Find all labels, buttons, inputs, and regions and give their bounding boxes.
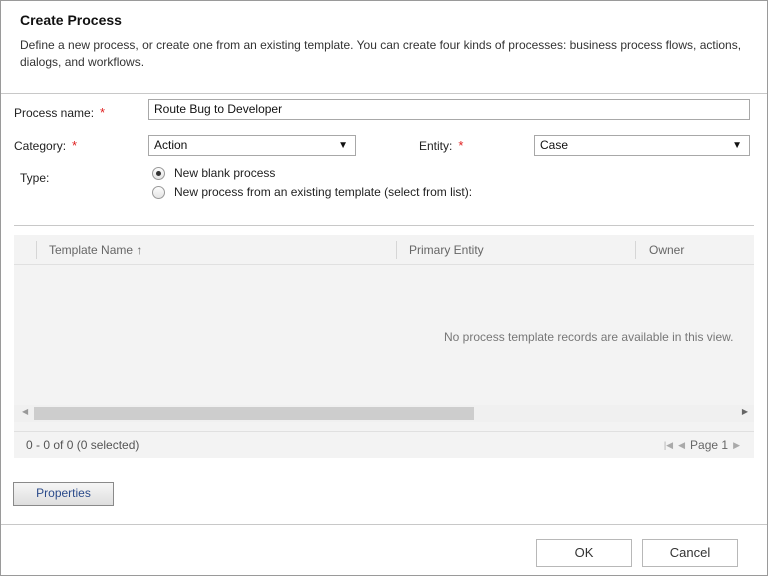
column-divider	[635, 241, 636, 259]
column-template-name[interactable]: Template Name ↑	[49, 235, 142, 265]
category-label-text: Category:	[14, 139, 67, 153]
column-owner[interactable]: Owner	[649, 235, 684, 265]
radio-button[interactable]	[152, 185, 165, 199]
process-name-input[interactable]: Route Bug to Developer	[148, 99, 750, 120]
entity-select-value: Case	[540, 138, 569, 152]
create-process-dialog: Create Process Define a new process, or …	[0, 0, 768, 576]
category-select-value: Action	[154, 138, 188, 152]
category-label: Category: *	[14, 138, 77, 153]
required-marker: *	[100, 105, 106, 120]
grid-footer: 0 - 0 of 0 (0 selected) |◀ ◀ Page 1 ▶	[14, 431, 754, 458]
empty-grid-message: No process template records are availabl…	[444, 330, 734, 344]
radio-from-template[interactable]: New process from an existing template (s…	[152, 185, 472, 199]
process-name-label-text: Process name:	[14, 106, 95, 120]
dropdown-arrow-icon: ▼	[732, 140, 742, 151]
template-grid: Template Name ↑ Primary Entity Owner No …	[14, 235, 754, 458]
radio-label: New process from an existing template (s…	[174, 185, 473, 199]
column-divider	[396, 241, 397, 259]
scroll-right-icon[interactable]: ▶	[742, 407, 748, 416]
scroll-left-icon[interactable]: ◀	[22, 407, 28, 416]
properties-button[interactable]: Properties	[13, 482, 114, 506]
next-page-icon[interactable]: ▶	[733, 440, 740, 451]
dialog-description: Define a new process, or create one from…	[20, 38, 742, 69]
process-name-label: Process name: *	[14, 105, 105, 120]
pager: |◀ ◀ Page 1 ▶	[664, 438, 740, 452]
required-marker: *	[458, 138, 464, 153]
column-divider	[36, 241, 37, 259]
radio-button-selected[interactable]	[152, 166, 165, 180]
entity-select[interactable]: Case ▼	[534, 135, 750, 156]
dialog-title: Create Process	[20, 12, 122, 28]
grid-header: Template Name ↑ Primary Entity Owner	[14, 235, 754, 265]
column-primary-entity[interactable]: Primary Entity	[409, 235, 484, 265]
entity-label: Entity: *	[419, 138, 463, 153]
page-label: Page 1	[690, 438, 729, 452]
scrollbar-thumb[interactable]	[34, 407, 474, 420]
dialog-header: Create Process Define a new process, or …	[1, 1, 767, 94]
dropdown-arrow-icon: ▼	[338, 140, 348, 151]
ok-button[interactable]: OK	[536, 539, 632, 567]
footer-divider	[1, 524, 767, 525]
category-select[interactable]: Action ▼	[148, 135, 356, 156]
record-count: 0 - 0 of 0 (0 selected)	[26, 438, 140, 452]
radio-label: New blank process	[174, 166, 276, 180]
cancel-button[interactable]: Cancel	[642, 539, 738, 567]
first-page-icon[interactable]: |◀	[664, 440, 673, 451]
section-divider	[14, 225, 754, 226]
radio-new-blank-process[interactable]: New blank process	[152, 166, 275, 180]
entity-label-text: Entity:	[419, 139, 453, 153]
type-label: Type:	[20, 171, 50, 185]
required-marker: *	[72, 138, 78, 153]
previous-page-icon[interactable]: ◀	[678, 440, 685, 451]
horizontal-scrollbar[interactable]: ◀ ▶	[14, 405, 754, 422]
